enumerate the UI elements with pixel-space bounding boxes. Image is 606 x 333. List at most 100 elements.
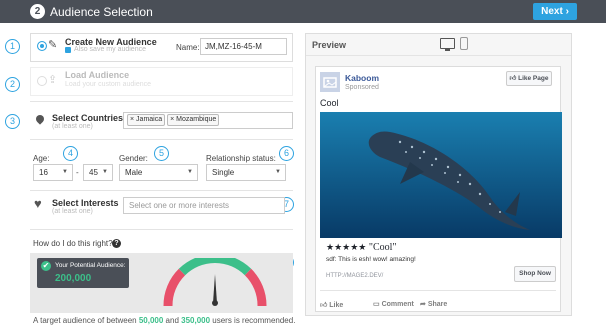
divider	[306, 55, 571, 56]
share-icon: ➦	[420, 301, 426, 308]
step-marker-4: 4	[63, 146, 78, 161]
interests-input[interactable]: Select one or more interests	[123, 197, 285, 214]
relationship-value: Single	[212, 168, 235, 177]
relationship-select[interactable]: Single ▼	[206, 164, 286, 181]
upload-icon: ⇪	[48, 74, 58, 86]
potential-value: 200,000	[55, 273, 92, 284]
ad-rating: ★★★★★ "Cool"	[326, 242, 396, 253]
select-interests-hint: (at least one)	[52, 208, 93, 215]
age-min-select[interactable]: 16 ▼	[33, 164, 73, 181]
comment-label: Comment	[381, 301, 414, 308]
age-min-value: 16	[39, 168, 48, 177]
load-audience-radio[interactable]	[37, 76, 47, 86]
thumbs-up-icon: 👍︎	[509, 75, 517, 82]
mobile-icon[interactable]	[460, 37, 468, 50]
ad-sponsored: Sponsored	[345, 84, 379, 91]
help-question[interactable]: How do I do this right?	[33, 239, 113, 248]
page-title: Audience Selection	[50, 5, 153, 19]
ad-quote: "Cool"	[368, 242, 397, 253]
create-audience-radio[interactable]	[37, 41, 47, 51]
gauge-low-segment	[163, 268, 186, 307]
remove-tag-icon[interactable]: ×	[130, 116, 134, 123]
gender-label: Gender:	[119, 154, 148, 163]
audience-name-value: JM,MZ-16-45-M	[205, 42, 262, 51]
recommend-max: 350,000	[181, 316, 211, 325]
page-avatar	[320, 72, 340, 92]
ad-like-action[interactable]: 👍︎ Like	[320, 300, 343, 309]
potential-label: Your Potential Audience:	[55, 262, 126, 269]
gauge-hub	[212, 300, 218, 306]
next-label: Next	[541, 6, 563, 17]
step-marker-2: 2	[5, 77, 20, 92]
recommendation-text: A target audience of between 50,000 and …	[33, 316, 295, 325]
recommend-suffix: users is recommended.	[210, 316, 296, 325]
star-rating-icon: ★★★★★	[326, 242, 367, 252]
comment-icon: ▭	[373, 301, 380, 308]
recommend-and: and	[163, 316, 182, 325]
age-max-value: 45	[89, 168, 98, 177]
select-countries-title: Select Countries	[52, 113, 124, 123]
divider	[30, 229, 293, 230]
heart-icon: ♥	[34, 196, 42, 211]
chevron-right-icon: ›	[565, 6, 569, 17]
load-audience-title: Load Audience	[65, 70, 130, 80]
ad-headline: Cool	[320, 98, 339, 108]
select-countries-hint: (at least one)	[52, 123, 93, 130]
save-audience-label: Also save my audience	[74, 46, 146, 53]
age-max-select[interactable]: 45 ▼	[83, 164, 113, 181]
remove-tag-icon[interactable]: ×	[170, 116, 174, 123]
audience-gauge	[163, 258, 267, 307]
divider	[30, 101, 293, 102]
gauge-high-segment	[244, 268, 267, 307]
gender-select[interactable]: Male ▼	[119, 164, 198, 181]
desktop-icon[interactable]	[440, 38, 455, 49]
caret-icon: ▼	[187, 169, 193, 175]
ad-comment-action[interactable]: ▭ Comment	[373, 300, 414, 308]
recommend-prefix: A target audience of between	[33, 316, 139, 325]
load-audience-hint: Load your custom audience	[65, 81, 151, 88]
caret-icon: ▼	[62, 169, 68, 175]
divider	[30, 190, 293, 191]
countries-input[interactable]: × Jamaica × Mozambique	[123, 112, 293, 129]
age-label: Age:	[33, 154, 50, 163]
ad-url[interactable]: HTTP://MAGE2.DEV/	[326, 273, 383, 279]
like-page-label: Like Page	[518, 75, 549, 82]
ad-page-name[interactable]: Kaboom	[345, 73, 379, 83]
relationship-label: Relationship status:	[206, 154, 276, 163]
image-placeholder-icon	[323, 77, 337, 88]
caret-icon: ▼	[102, 169, 108, 175]
ad-body: sdf: This is esh! wow! amazing!	[326, 256, 416, 263]
preview-title: Preview	[312, 40, 347, 50]
gauge-needle	[213, 274, 217, 303]
select-interests-title: Select Interests	[52, 198, 119, 208]
country-tag-label: Jamaica	[136, 116, 163, 123]
country-tag-jamaica[interactable]: × Jamaica	[127, 114, 166, 126]
location-pin-icon	[34, 113, 46, 125]
caret-icon: ▼	[275, 169, 281, 175]
gender-value: Male	[125, 168, 143, 177]
next-button[interactable]: Next ›	[533, 3, 577, 20]
country-tag-mozambique[interactable]: × Mozambique	[167, 114, 220, 126]
ad-image	[320, 112, 562, 238]
save-audience-checkbox[interactable]	[65, 47, 71, 53]
potential-audience-box: ✔ Your Potential Audience: 200,000	[37, 258, 129, 288]
recommend-min: 50,000	[138, 316, 164, 325]
question-icon[interactable]: ?	[112, 239, 121, 248]
desktop-icon-stand	[445, 49, 450, 51]
step-marker-1: 1	[5, 39, 20, 54]
check-icon: ✔	[41, 261, 51, 271]
audience-name-input[interactable]: JM,MZ-16-45-M	[200, 38, 287, 55]
step-marker-6: 6	[279, 146, 294, 161]
shop-now-button[interactable]: Shop Now	[514, 266, 556, 282]
share-label: Share	[427, 301, 448, 308]
top-bar: 2 Audience Selection Next ›	[0, 0, 606, 23]
ad-share-action[interactable]: ➦ Share	[420, 300, 447, 308]
interests-placeholder: Select one or more interests	[129, 201, 230, 210]
divider	[30, 139, 293, 140]
like-page-button[interactable]: 👍︎ Like Page	[506, 71, 552, 86]
thumbs-up-icon: 👍︎	[320, 302, 328, 309]
step-number: 2	[30, 4, 45, 19]
pencil-icon: ✎	[48, 39, 58, 51]
age-dash: -	[76, 168, 79, 177]
step-marker-3: 3	[5, 114, 20, 129]
